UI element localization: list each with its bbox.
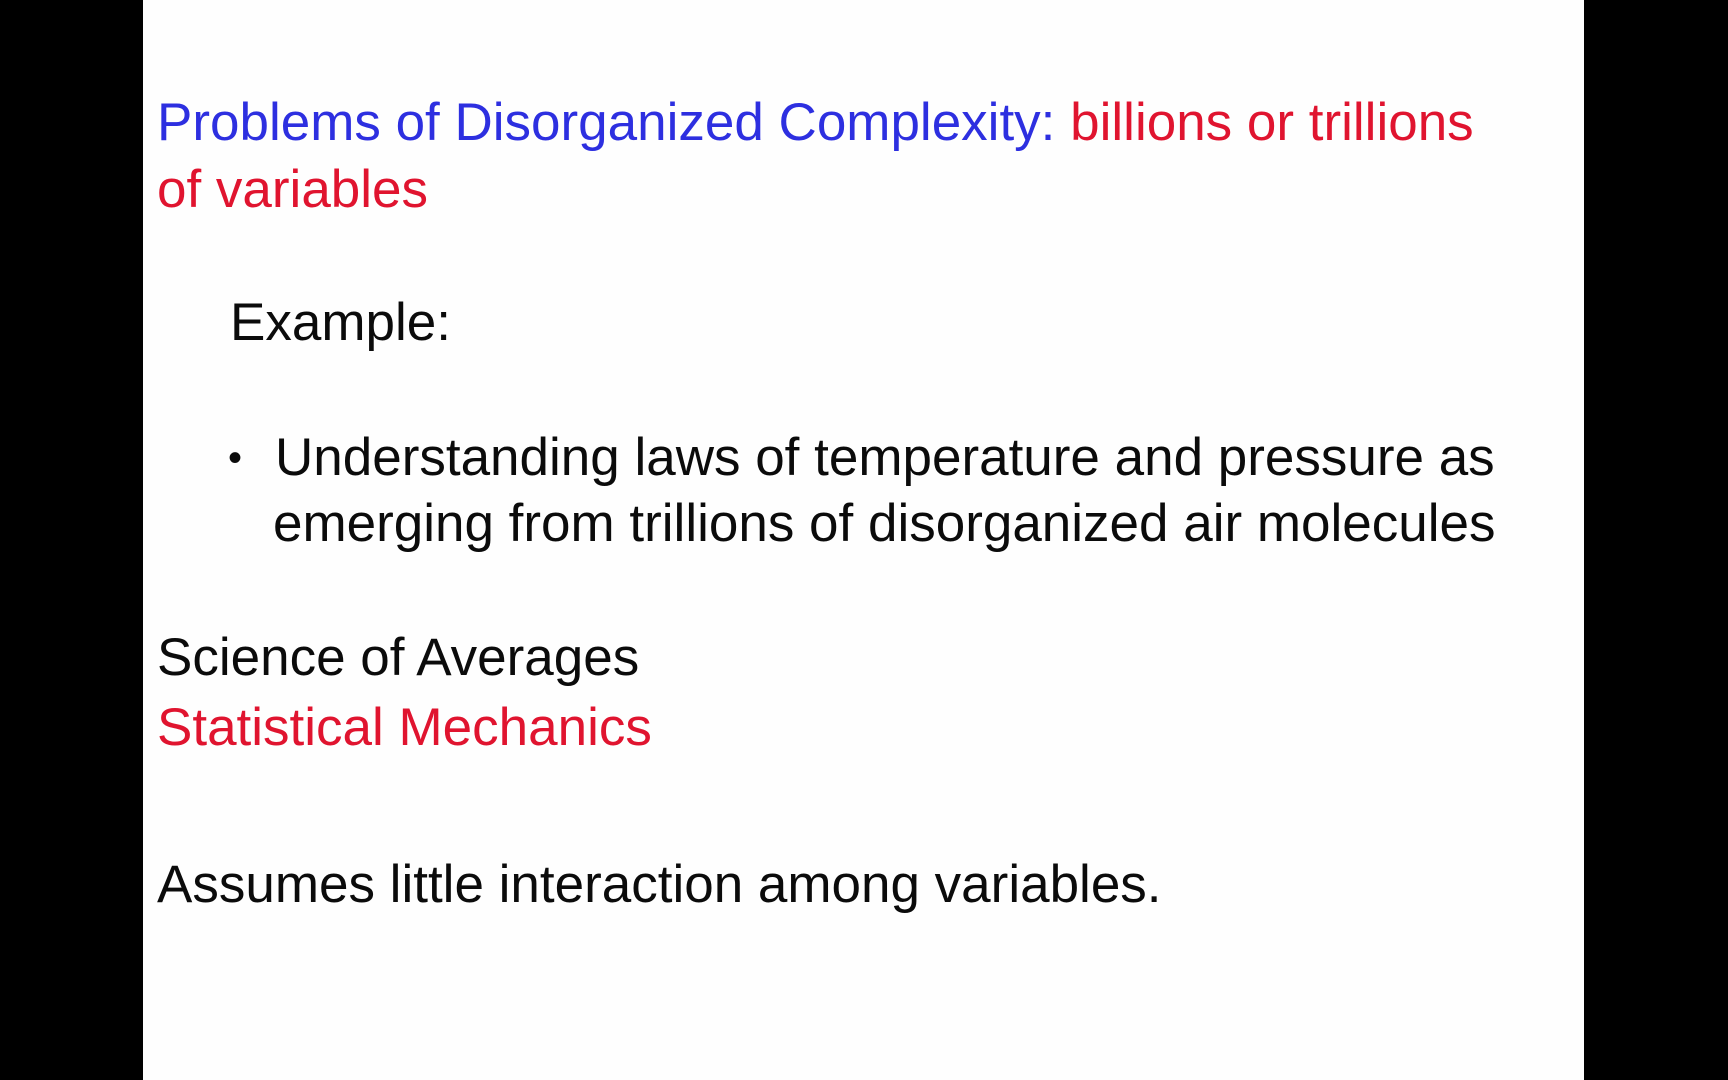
slide-title: Problems of Disorganized Complexity: bil… — [157, 90, 1474, 156]
science-of-averages: Science of Averages — [157, 628, 640, 687]
bullet-text-line-2: emerging from trillions of disorganized … — [273, 494, 1496, 553]
bullet-marker: • — [228, 436, 243, 480]
statistical-mechanics: Statistical Mechanics — [157, 698, 652, 757]
title-main: Problems of Disorganized Complexity: — [157, 93, 1056, 152]
video-frame: Problems of Disorganized Complexity: bil… — [0, 0, 1728, 1080]
assumption-statement: Assumes little interaction among variabl… — [157, 855, 1162, 914]
presentation-slide: Problems of Disorganized Complexity: bil… — [143, 0, 1584, 1080]
title-highlight: billions or trillions — [1070, 93, 1474, 152]
bullet-text-line-1: Understanding laws of temperature and pr… — [275, 428, 1495, 487]
example-label: Example: — [230, 293, 451, 352]
title-continuation: of variables — [157, 160, 429, 219]
